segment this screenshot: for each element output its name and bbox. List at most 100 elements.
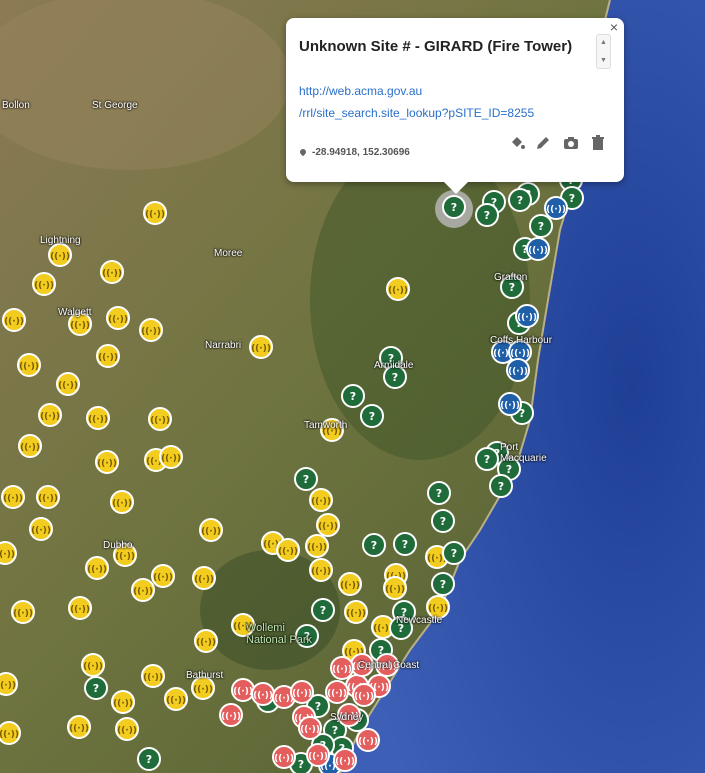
blue-site-marker[interactable]: ((·)) <box>515 304 539 328</box>
yellow-site-marker[interactable]: ((·)) <box>56 372 80 396</box>
yellow-site-marker[interactable]: ((·)) <box>115 717 139 741</box>
green-site-marker[interactable]: ? <box>431 572 455 596</box>
green-site-marker[interactable]: ? <box>427 481 451 505</box>
green-site-marker[interactable]: ? <box>137 747 161 771</box>
yellow-site-marker[interactable]: ((·)) <box>141 664 165 688</box>
yellow-site-marker[interactable]: ((·)) <box>0 672 18 696</box>
yellow-site-marker[interactable]: ((·)) <box>309 558 333 582</box>
blue-site-marker[interactable]: ((·)) <box>544 196 568 220</box>
yellow-site-marker[interactable]: ((·)) <box>67 715 91 739</box>
popup-link-line1[interactable]: http://web.acma.gov.au <box>299 84 422 98</box>
red-site-marker[interactable]: ((·)) <box>352 683 376 707</box>
yellow-site-marker[interactable]: ((·)) <box>106 306 130 330</box>
yellow-site-marker[interactable]: ((·)) <box>0 721 21 745</box>
yellow-site-marker[interactable]: ((·)) <box>338 572 362 596</box>
yellow-site-marker[interactable]: ((·)) <box>36 485 60 509</box>
yellow-site-marker[interactable]: ((·)) <box>276 538 300 562</box>
yellow-site-marker[interactable]: ((·)) <box>29 517 53 541</box>
yellow-site-marker[interactable]: ((·)) <box>17 353 41 377</box>
selected-site-marker[interactable]: ? <box>435 190 473 228</box>
yellow-site-marker[interactable]: ((·)) <box>249 335 273 359</box>
yellow-site-marker[interactable]: ((·)) <box>383 576 407 600</box>
red-site-marker[interactable]: ((·)) <box>325 680 349 704</box>
yellow-site-marker[interactable]: ((·)) <box>48 243 72 267</box>
red-site-marker[interactable]: ((·)) <box>298 716 322 740</box>
antenna-icon: ((·)) <box>194 575 214 585</box>
green-site-marker[interactable]: ? <box>431 509 455 533</box>
coordinates-text: -28.94918, 152.30696 <box>312 147 410 158</box>
blue-site-marker[interactable]: ((·)) <box>506 358 530 382</box>
location-pin-icon <box>298 148 308 157</box>
yellow-site-marker[interactable]: ((·)) <box>111 690 135 714</box>
question-icon: ? <box>484 453 490 466</box>
yellow-site-marker[interactable]: ((·)) <box>309 488 333 512</box>
green-site-marker[interactable]: ? <box>475 203 499 227</box>
green-site-marker[interactable]: ? <box>84 676 108 700</box>
yellow-site-marker[interactable]: ((·)) <box>386 277 410 301</box>
yellow-site-marker[interactable]: ((·)) <box>95 450 119 474</box>
antenna-icon: ((·)) <box>546 205 566 215</box>
red-site-marker[interactable]: ((·)) <box>333 748 357 772</box>
green-site-marker[interactable]: ? <box>442 541 466 565</box>
green-site-marker[interactable]: ? <box>393 532 417 556</box>
camera-icon[interactable] <box>562 134 580 152</box>
green-site-marker[interactable]: ? <box>294 467 318 491</box>
yellow-site-marker[interactable]: ((·)) <box>11 600 35 624</box>
yellow-site-marker[interactable]: ((·)) <box>131 578 155 602</box>
green-site-marker[interactable]: ? <box>362 533 386 557</box>
yellow-site-marker[interactable]: ((·)) <box>159 445 183 469</box>
red-site-marker[interactable]: ((·)) <box>330 656 354 680</box>
yellow-site-marker[interactable]: ((·)) <box>86 406 110 430</box>
red-site-marker[interactable]: ((·)) <box>219 703 243 727</box>
yellow-site-marker[interactable]: ((·)) <box>110 490 134 514</box>
yellow-site-marker[interactable]: ((·)) <box>18 434 42 458</box>
red-site-marker[interactable]: ((·)) <box>231 678 255 702</box>
yellow-site-marker[interactable]: ((·)) <box>148 407 172 431</box>
antenna-icon: ((·)) <box>97 459 117 469</box>
green-site-marker[interactable]: ? <box>311 598 335 622</box>
red-site-marker[interactable]: ((·)) <box>251 682 275 706</box>
yellow-site-marker[interactable]: ((·)) <box>32 272 56 296</box>
yellow-site-marker[interactable]: ((·)) <box>68 596 92 620</box>
red-site-marker[interactable]: ((·)) <box>290 680 314 704</box>
green-site-marker[interactable]: ? <box>508 188 532 212</box>
pencil-icon[interactable] <box>534 134 552 152</box>
red-site-marker[interactable]: ((·)) <box>306 743 330 767</box>
green-site-marker[interactable]: ? <box>529 214 553 238</box>
yellow-site-marker[interactable]: ((·)) <box>192 566 216 590</box>
yellow-site-marker[interactable]: ((·)) <box>81 653 105 677</box>
yellow-site-marker[interactable]: ((·)) <box>85 556 109 580</box>
red-site-marker[interactable]: ((·)) <box>272 745 296 769</box>
close-icon[interactable]: × <box>607 20 621 34</box>
antenna-icon: ((·)) <box>166 696 186 706</box>
popup-scrollbar[interactable]: ▲ ▼ <box>596 34 611 69</box>
yellow-site-marker[interactable]: ((·)) <box>344 600 368 624</box>
yellow-site-marker[interactable]: ((·)) <box>139 318 163 342</box>
yellow-site-marker[interactable]: ((·)) <box>100 260 124 284</box>
yellow-site-marker[interactable]: ((·)) <box>0 541 17 565</box>
paint-bucket-icon[interactable] <box>508 134 526 152</box>
place-wollemi: Wollemi National Park <box>246 622 313 646</box>
green-site-marker[interactable]: ? <box>475 447 499 471</box>
green-site-marker[interactable]: ? <box>360 404 384 428</box>
yellow-site-marker[interactable]: ((·)) <box>143 201 167 225</box>
yellow-site-marker[interactable]: ((·)) <box>305 534 329 558</box>
popup-link-line2[interactable]: /rrl/site_search.site_lookup?pSITE_ID=82… <box>299 106 534 120</box>
yellow-site-marker[interactable]: ((·)) <box>38 403 62 427</box>
yellow-site-marker[interactable]: ((·)) <box>199 518 223 542</box>
green-site-marker[interactable]: ? <box>341 384 365 408</box>
red-site-marker[interactable]: ((·)) <box>356 728 380 752</box>
green-site-marker[interactable]: ? <box>489 474 513 498</box>
yellow-site-marker[interactable]: ((·)) <box>194 629 218 653</box>
question-icon: ? <box>298 758 304 771</box>
yellow-site-marker[interactable]: ((·)) <box>151 564 175 588</box>
yellow-site-marker[interactable]: ((·)) <box>164 687 188 711</box>
blue-site-marker[interactable]: ((·)) <box>498 392 522 416</box>
blue-site-marker[interactable]: ((·)) <box>526 237 550 261</box>
yellow-site-marker[interactable]: ((·)) <box>96 344 120 368</box>
yellow-site-marker[interactable]: ((·)) <box>2 308 26 332</box>
yellow-site-marker[interactable]: ((·)) <box>316 513 340 537</box>
trash-icon[interactable] <box>589 134 607 152</box>
yellow-site-marker[interactable]: ((·)) <box>1 485 25 509</box>
antenna-icon: ((·)) <box>278 547 298 557</box>
